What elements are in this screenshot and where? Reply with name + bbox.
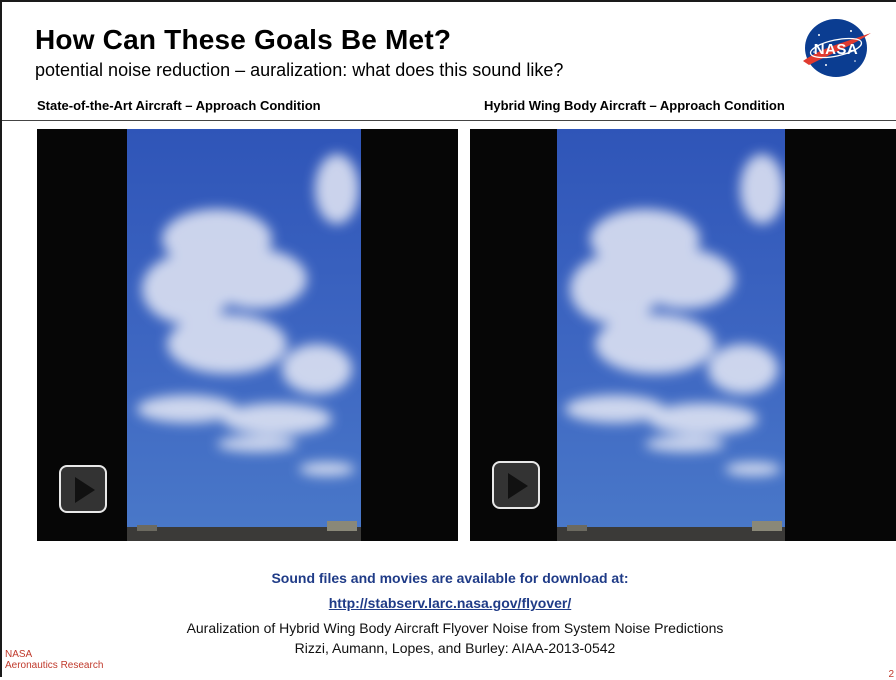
play-icon [508, 473, 528, 499]
footer-org-line2: Aeronautics Research [5, 660, 104, 671]
video-frame-sky [557, 129, 785, 541]
footer-organization: NASA Aeronautics Research [5, 649, 103, 671]
download-link-wrapper: http://stabserv.larc.nasa.gov/flyover/ [2, 595, 896, 611]
nasa-logo: NASA [803, 19, 871, 77]
slide-title: How Can These Goals Be Met? [35, 24, 452, 55]
header-divider [2, 120, 896, 121]
play-button[interactable] [59, 465, 107, 513]
video-heading-state-of-the-art: State-of-the-Art Aircraft – Approach Con… [37, 98, 321, 113]
slide: How Can These Goals Be Met? potential no… [0, 0, 896, 680]
play-button[interactable] [492, 461, 540, 509]
video-player-state-of-the-art[interactable] [37, 129, 458, 541]
video-heading-hybrid-wing-body: Hybrid Wing Body Aircraft – Approach Con… [484, 98, 785, 113]
svg-text:NASA: NASA [814, 41, 859, 58]
citation-authors: Rizzi, Aumann, Lopes, and Burley: AIAA-2… [294, 640, 616, 656]
download-link[interactable]: http://stabserv.larc.nasa.gov/flyover/ [329, 595, 572, 611]
download-notice: Sound files and movies are available for… [271, 570, 629, 586]
page-number: 2 [888, 669, 894, 680]
citation-title: Auralization of Hybrid Wing Body Aircraf… [186, 620, 724, 636]
video-frame-sky [127, 129, 361, 541]
play-icon [75, 477, 95, 503]
slide-subtitle: potential noise reduction – auralization… [35, 60, 564, 80]
footer-org-line1: NASA [5, 649, 33, 660]
video-player-hybrid-wing-body[interactable] [470, 129, 896, 541]
